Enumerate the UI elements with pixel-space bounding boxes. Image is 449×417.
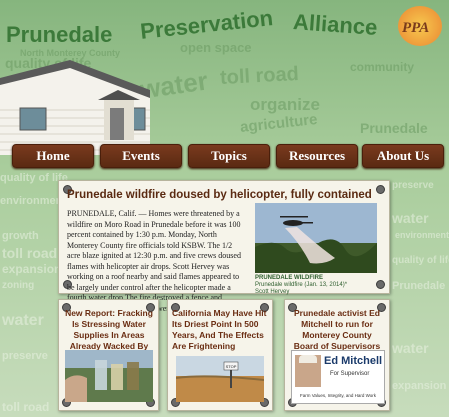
ad-role: For Supervisor [330, 371, 370, 377]
bg-word: zoning [2, 280, 35, 291]
nav-about-us[interactable]: About Us [362, 144, 444, 168]
candidate-photo [295, 355, 321, 387]
bg-word: community [350, 60, 415, 74]
bg-word: growth [2, 230, 39, 242]
nav-home[interactable]: Home [12, 144, 94, 168]
story-card-ed-mitchell[interactable]: Prunedale activist Ed Mitchell to run fo… [284, 299, 390, 411]
bg-word: water [392, 340, 429, 356]
bg-word: expansion [392, 380, 447, 392]
bg-word: toll road [2, 245, 58, 261]
sign-text: STOP [226, 364, 237, 369]
ed-mitchell-ad[interactable]: Ed Mitchell For Supervisor Farm Values, … [291, 350, 385, 404]
bg-word: quality of life [392, 255, 449, 266]
bg-word: water [392, 210, 429, 226]
bg-word: environment [0, 195, 67, 207]
story-card-fracking[interactable]: New Report: Fracking Is Stressing Water … [58, 299, 159, 411]
story-card-drought[interactable]: California May Have Hit Its Driest Point… [167, 299, 273, 411]
photo-credit: Scott Hervey [255, 289, 290, 295]
logo-text: PPA [402, 20, 430, 36]
ad-tagline: Farm Values, Integrity, and Hard Work [299, 393, 377, 398]
featured-headline[interactable]: Prunedale wildfire doused by helicopter,… [67, 189, 372, 201]
bg-word: preserve [392, 180, 434, 191]
ad-name: Ed Mitchell [324, 355, 383, 367]
bg-word: North Monterey County [20, 48, 120, 58]
wildfire-helicopter-photo[interactable] [255, 203, 377, 273]
bg-word: expansion [2, 262, 62, 276]
house-illustration [0, 60, 150, 155]
main-nav: Home Events Topics Resources About Us [0, 144, 449, 170]
dry-field-photo[interactable]: STOP [176, 356, 264, 402]
featured-story-card[interactable]: Prunedale wildfire doused by helicopter,… [58, 180, 390, 323]
bg-word: open space [180, 40, 252, 55]
bg-word: preserve [2, 350, 48, 362]
bg-word: environment [395, 230, 449, 240]
pin-icon [376, 185, 385, 194]
ppa-logo[interactable]: PPA [392, 2, 448, 52]
site-title-prunedale[interactable]: Prunedale [6, 22, 112, 48]
nav-events[interactable]: Events [100, 144, 182, 168]
story-headline[interactable]: California May Have Hit Its Driest Point… [172, 308, 268, 352]
glass-of-water-photo[interactable] [65, 350, 153, 402]
bg-word: water [2, 312, 44, 329]
bg-word: toll road [219, 62, 300, 90]
nav-topics[interactable]: Topics [188, 144, 270, 168]
bg-word: Prunedale [392, 280, 446, 292]
bg-word: Prunedale [360, 120, 428, 136]
story-headline[interactable]: Prunedale activist Ed Mitchell to run fo… [289, 308, 385, 352]
nav-resources[interactable]: Resources [276, 144, 358, 168]
bg-word: toll road [2, 400, 50, 414]
